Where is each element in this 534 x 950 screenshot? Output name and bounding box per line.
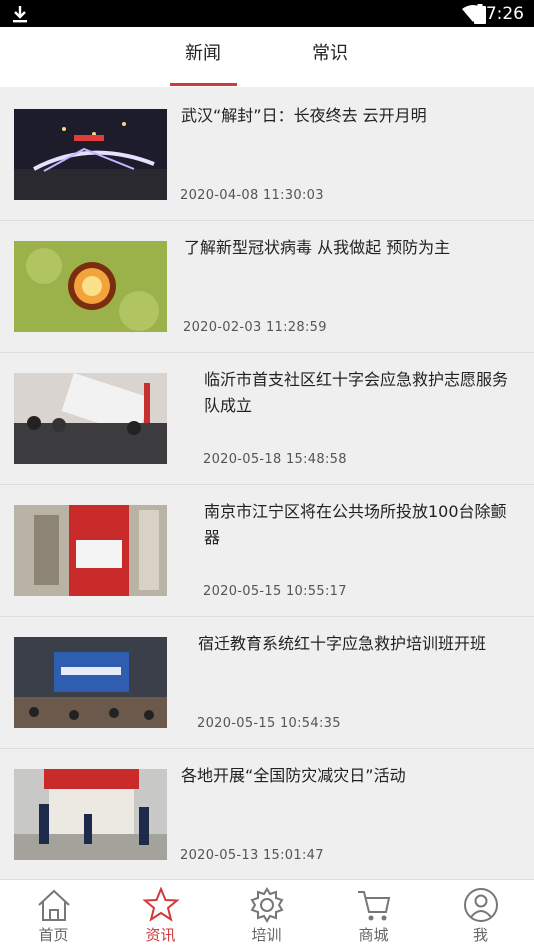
news-title: 临沂市首支社区红十字会应急救护志愿服务队成立 <box>204 370 509 415</box>
bottom-nav: 首页 资讯 培训 商城 我 <box>0 879 534 950</box>
news-thumbnail <box>14 373 167 464</box>
user-icon <box>463 888 498 922</box>
download-icon <box>13 6 27 23</box>
cart-icon <box>357 891 390 921</box>
home-icon <box>37 889 70 921</box>
nav-label: 首页 <box>38 926 69 944</box>
news-date: 2020-05-13 15:01:47 <box>180 848 324 863</box>
news-item[interactable]: 了解新型冠状病毒 从我做起 预防为主 2020-02-03 11:28:59 <box>0 221 534 353</box>
news-date: 2020-05-15 10:55:17 <box>203 584 347 599</box>
news-title: 了解新型冠状病毒 从我做起 预防为主 <box>184 238 451 257</box>
news-thumbnail <box>14 769 167 860</box>
news-item[interactable]: 临沂市首支社区红十字会应急救护志愿服务队成立 2020-05-18 15:48:… <box>0 353 534 485</box>
news-title: 宿迁教育系统红十字应急救护培训班开班 <box>198 634 487 653</box>
nav-shop[interactable]: 商城 <box>320 880 427 950</box>
nav-label: 资讯 <box>145 926 176 944</box>
news-date: 2020-05-15 10:54:35 <box>197 716 341 731</box>
nav-label: 我 <box>472 926 488 944</box>
nav-news[interactable]: 资讯 <box>107 880 214 950</box>
star-icon <box>141 886 180 922</box>
news-list: 武汉“解封”日：长夜终去 云开月明 2020-04-08 11:30:03 了解… <box>0 89 534 881</box>
battery-icon <box>474 4 486 24</box>
nav-home[interactable]: 首页 <box>0 880 107 950</box>
nav-label: 培训 <box>251 926 282 944</box>
news-date: 2020-04-08 11:30:03 <box>180 188 324 203</box>
news-item[interactable]: 宿迁教育系统红十字应急救护培训班开班 2020-05-15 10:54:35 <box>0 617 534 749</box>
nav-me[interactable]: 我 <box>427 880 534 950</box>
tab-knowledge[interactable]: 常识 <box>290 27 370 87</box>
status-bar: 7:26 <box>0 0 534 27</box>
nav-label: 商城 <box>358 926 389 944</box>
news-item[interactable]: 南京市江宁区将在公共场所投放100台除颤器 2020-05-15 10:55:1… <box>0 485 534 617</box>
top-tab-bar: 新闻 常识 <box>0 27 534 87</box>
gear-icon <box>250 887 283 923</box>
clock: 7:26 <box>485 4 524 24</box>
news-date: 2020-02-03 11:28:59 <box>183 320 327 335</box>
news-thumbnail <box>14 637 167 728</box>
news-title: 各地开展“全国防灾减灾日”活动 <box>181 766 406 785</box>
tab-news[interactable]: 新闻 <box>163 27 243 87</box>
news-title: 南京市江宁区将在公共场所投放100台除颤器 <box>204 502 507 547</box>
active-tab-indicator <box>170 83 237 86</box>
news-title: 武汉“解封”日：长夜终去 云开月明 <box>181 106 427 125</box>
news-thumbnail <box>14 241 167 332</box>
news-item[interactable]: 武汉“解封”日：长夜终去 云开月明 2020-04-08 11:30:03 <box>0 89 534 221</box>
news-item[interactable]: 各地开展“全国防灾减灾日”活动 2020-05-13 15:01:47 <box>0 749 534 881</box>
news-thumbnail <box>14 109 167 200</box>
news-date: 2020-05-18 15:48:58 <box>203 452 347 467</box>
news-thumbnail <box>14 505 167 596</box>
nav-training[interactable]: 培训 <box>213 880 320 950</box>
